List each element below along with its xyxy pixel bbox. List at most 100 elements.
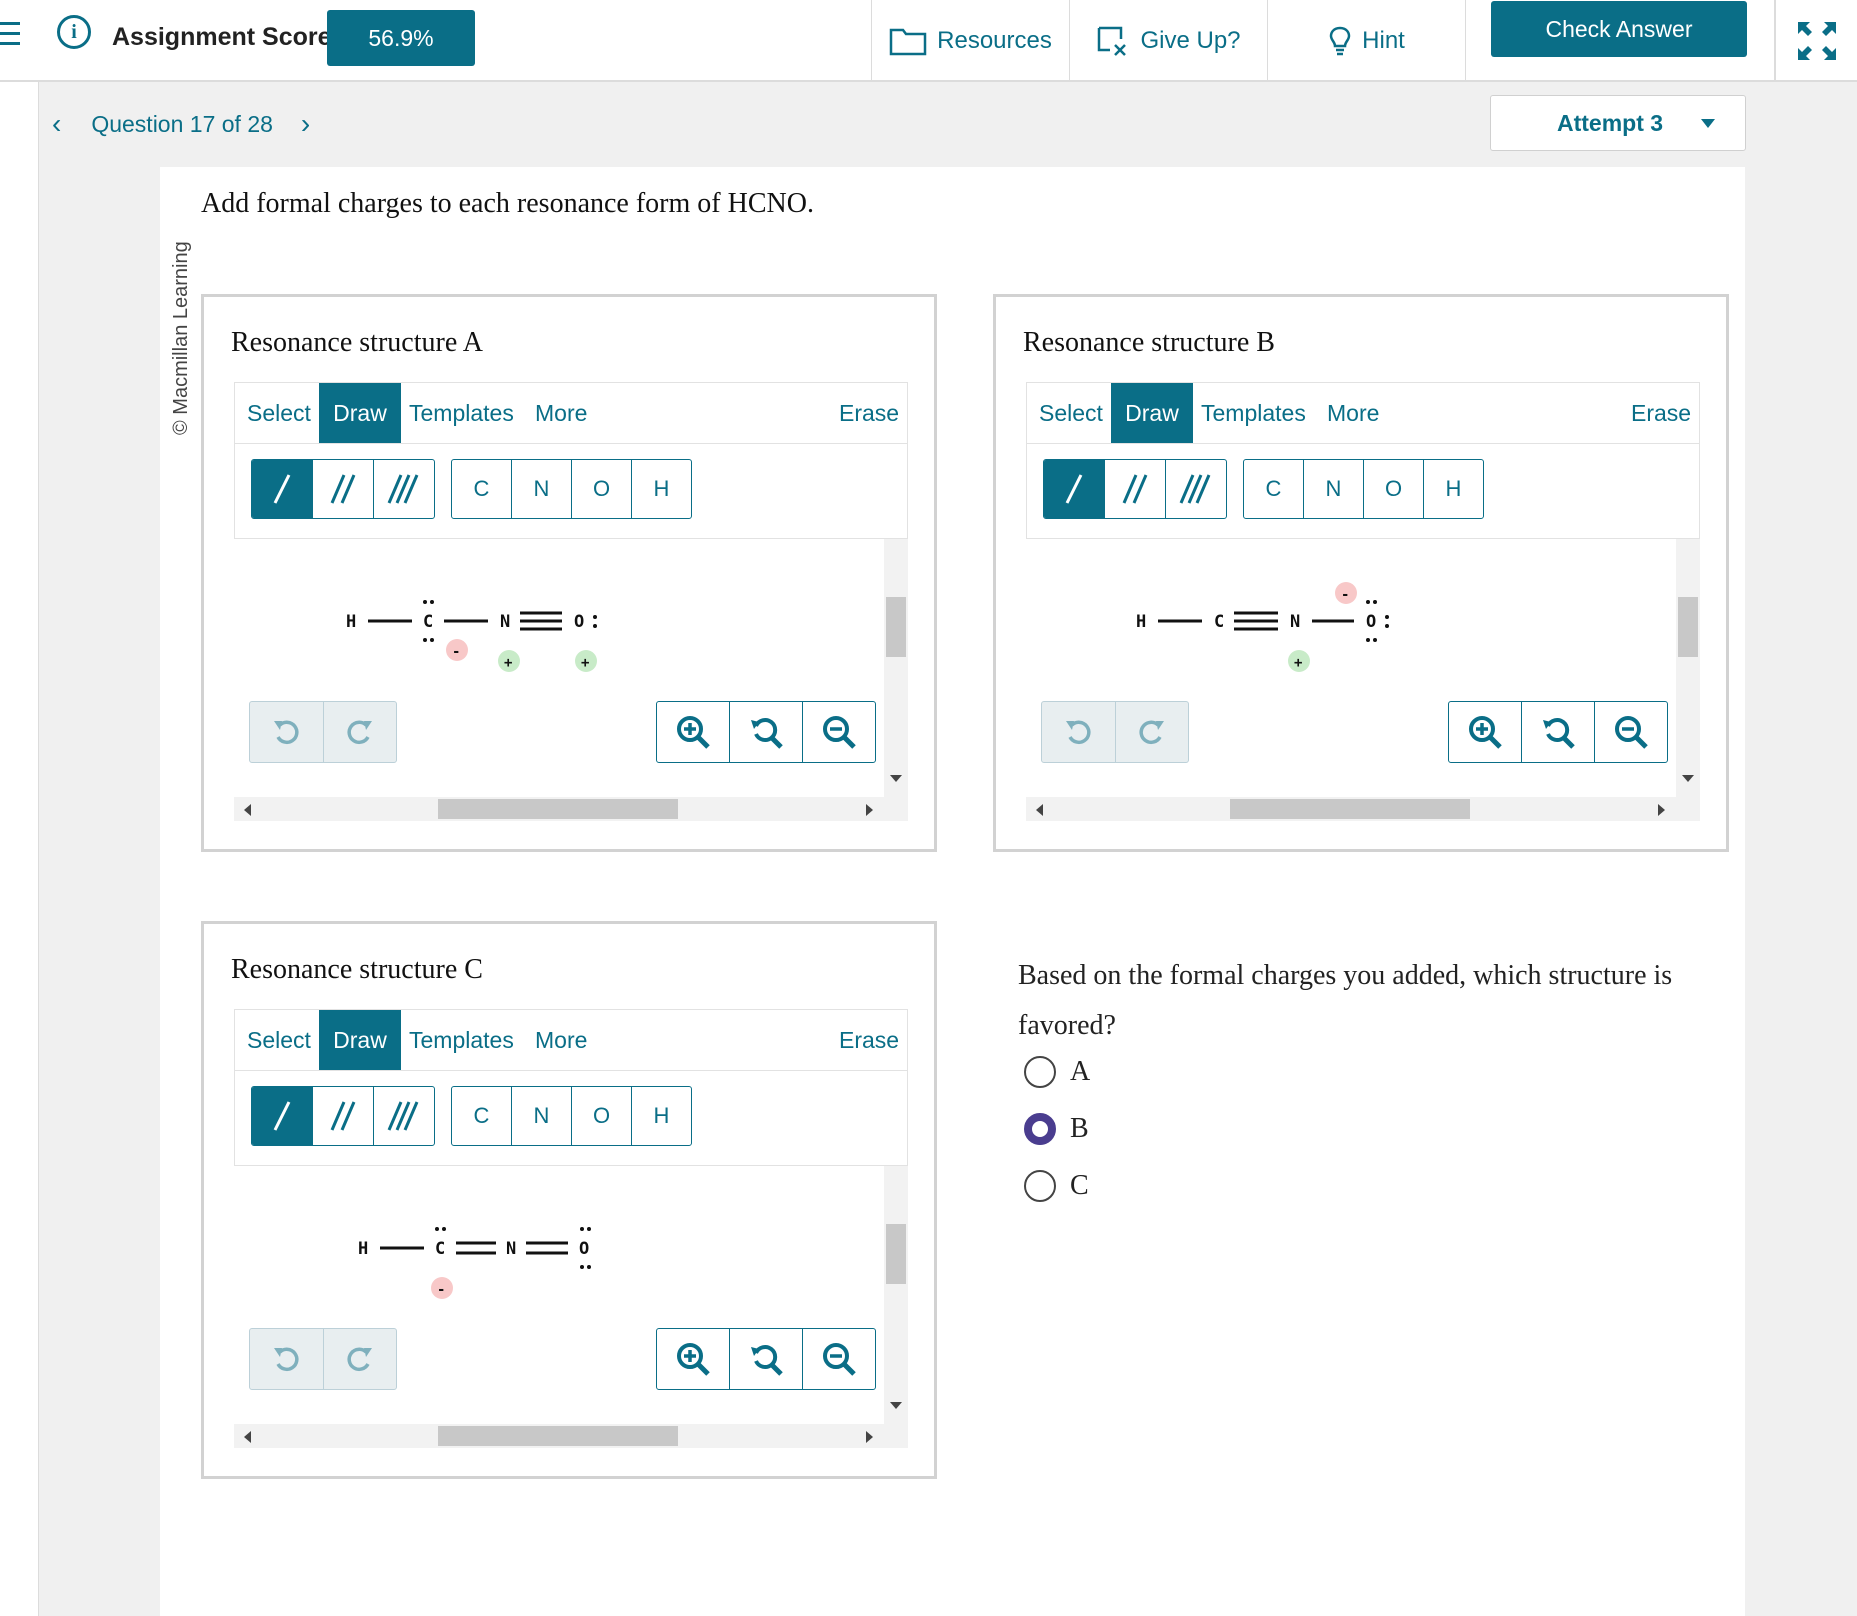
atom-c-button[interactable]: C bbox=[452, 460, 512, 518]
editor-tabs: Select Draw Templates More Erase bbox=[234, 382, 908, 444]
vertical-scrollbar[interactable] bbox=[884, 539, 908, 797]
atom-h-button[interactable]: H bbox=[632, 1087, 691, 1145]
erase-button[interactable]: Erase bbox=[839, 1010, 899, 1070]
undo-button[interactable] bbox=[250, 702, 324, 762]
tab-select[interactable]: Select bbox=[247, 383, 311, 443]
vertical-scrollbar[interactable] bbox=[884, 1166, 908, 1424]
info-icon[interactable]: i bbox=[57, 15, 91, 49]
atom-o-button[interactable]: O bbox=[1364, 460, 1424, 518]
zoom-reset-button[interactable] bbox=[730, 702, 803, 762]
double-bond-button[interactable] bbox=[313, 1087, 374, 1145]
resources-button[interactable]: Resources bbox=[871, 0, 1069, 82]
atom-h-button[interactable]: H bbox=[632, 460, 691, 518]
zoom-controls bbox=[1448, 701, 1668, 763]
tab-templates[interactable]: Templates bbox=[1201, 383, 1306, 443]
tab-draw[interactable]: Draw bbox=[319, 1010, 401, 1070]
tab-draw[interactable]: Draw bbox=[319, 383, 401, 443]
attempt-dropdown[interactable]: Attempt 3 bbox=[1490, 95, 1746, 151]
option-label: A bbox=[1070, 1056, 1091, 1087]
radio-button[interactable] bbox=[1024, 1170, 1056, 1202]
zoom-controls bbox=[656, 1328, 876, 1390]
svg-text:N: N bbox=[1290, 612, 1300, 632]
triple-bond-button[interactable] bbox=[1166, 460, 1226, 518]
zoom-out-button[interactable] bbox=[803, 1329, 875, 1389]
redo-button[interactable] bbox=[324, 702, 397, 762]
molecule-b: H C N O - + bbox=[1136, 582, 1389, 672]
give-up-label: Give Up? bbox=[1140, 27, 1241, 54]
svg-text:-: - bbox=[437, 1282, 445, 1298]
zoom-reset-button[interactable] bbox=[1522, 702, 1595, 762]
zoom-out-button[interactable] bbox=[803, 702, 875, 762]
give-up-button[interactable]: Give Up? bbox=[1069, 0, 1267, 82]
atom-n-button[interactable]: N bbox=[1304, 460, 1364, 518]
tab-draw[interactable]: Draw bbox=[1111, 383, 1193, 443]
redo-button[interactable] bbox=[324, 1329, 397, 1389]
atom-o-button[interactable]: O bbox=[572, 460, 632, 518]
check-answer-button[interactable]: Check Answer bbox=[1491, 1, 1747, 57]
draw-toolbar: C N O H bbox=[234, 443, 908, 539]
tab-select[interactable]: Select bbox=[1039, 383, 1103, 443]
radio-button-selected[interactable] bbox=[1024, 1113, 1056, 1145]
drawing-canvas[interactable]: H C N O - + bbox=[1026, 539, 1700, 821]
svg-text:O: O bbox=[574, 612, 584, 632]
atom-o-button[interactable]: O bbox=[572, 1087, 632, 1145]
zoom-in-button[interactable] bbox=[657, 1329, 730, 1389]
option-b[interactable]: B bbox=[1024, 1113, 1089, 1145]
double-bond-button[interactable] bbox=[313, 460, 374, 518]
tab-templates[interactable]: Templates bbox=[409, 383, 514, 443]
fullscreen-icon[interactable] bbox=[1775, 0, 1857, 82]
horizontal-scrollbar[interactable] bbox=[234, 797, 908, 821]
menu-icon[interactable] bbox=[0, 22, 20, 48]
hint-button[interactable]: Hint bbox=[1267, 0, 1465, 82]
zoom-reset-icon bbox=[751, 718, 783, 749]
erase-button[interactable]: Erase bbox=[1631, 383, 1691, 443]
tab-templates[interactable]: Templates bbox=[409, 1010, 514, 1070]
atom-tools: C N O H bbox=[451, 1086, 692, 1146]
previous-question-icon[interactable]: ‹ bbox=[52, 108, 61, 140]
option-a[interactable]: A bbox=[1024, 1056, 1090, 1088]
zoom-controls bbox=[656, 701, 876, 763]
question-counter[interactable]: Question 17 of 28 bbox=[91, 111, 273, 138]
resources-label: Resources bbox=[937, 27, 1052, 54]
tab-more[interactable]: More bbox=[535, 383, 587, 443]
double-bond-button[interactable] bbox=[1105, 460, 1166, 518]
zoom-in-button[interactable] bbox=[657, 702, 730, 762]
drawing-canvas[interactable]: H C N O - bbox=[234, 1166, 908, 1448]
single-bond-button[interactable] bbox=[252, 460, 313, 518]
atom-h-button[interactable]: H bbox=[1424, 460, 1483, 518]
redo-button[interactable] bbox=[1116, 702, 1189, 762]
horizontal-scrollbar[interactable] bbox=[234, 1424, 908, 1448]
undo-icon bbox=[274, 1347, 299, 1372]
radio-button[interactable] bbox=[1024, 1056, 1056, 1088]
zoom-out-icon bbox=[823, 1343, 856, 1376]
single-bond-button[interactable] bbox=[252, 1087, 313, 1145]
triple-bond-button[interactable] bbox=[374, 460, 434, 518]
zoom-in-button[interactable] bbox=[1449, 702, 1522, 762]
tab-more[interactable]: More bbox=[1327, 383, 1379, 443]
zoom-out-button[interactable] bbox=[1595, 702, 1667, 762]
atom-c-button[interactable]: C bbox=[452, 1087, 512, 1145]
horizontal-scrollbar[interactable] bbox=[1026, 797, 1700, 821]
atom-n-button[interactable]: N bbox=[512, 1087, 572, 1145]
svg-text:+: + bbox=[1294, 655, 1302, 671]
zoom-out-icon bbox=[1615, 716, 1648, 749]
option-c[interactable]: C bbox=[1024, 1170, 1089, 1202]
undo-icon bbox=[274, 720, 299, 745]
single-bond-button[interactable] bbox=[1044, 460, 1105, 518]
atom-n-button[interactable]: N bbox=[512, 460, 572, 518]
tab-more[interactable]: More bbox=[535, 1010, 587, 1070]
erase-button[interactable]: Erase bbox=[839, 383, 899, 443]
atom-tools: C N O H bbox=[451, 459, 692, 519]
drawing-canvas[interactable]: H C N O - + + bbox=[234, 539, 908, 821]
undo-button[interactable] bbox=[1042, 702, 1116, 762]
folder-icon bbox=[889, 28, 927, 56]
next-question-icon[interactable]: › bbox=[301, 108, 310, 140]
bond-tools bbox=[251, 1086, 435, 1146]
zoom-reset-button[interactable] bbox=[730, 1329, 803, 1389]
triple-bond-button[interactable] bbox=[374, 1087, 434, 1145]
draw-toolbar: C N O H bbox=[1026, 443, 1700, 539]
atom-c-button[interactable]: C bbox=[1244, 460, 1304, 518]
vertical-scrollbar[interactable] bbox=[1676, 539, 1700, 797]
undo-button[interactable] bbox=[250, 1329, 324, 1389]
tab-select[interactable]: Select bbox=[247, 1010, 311, 1070]
